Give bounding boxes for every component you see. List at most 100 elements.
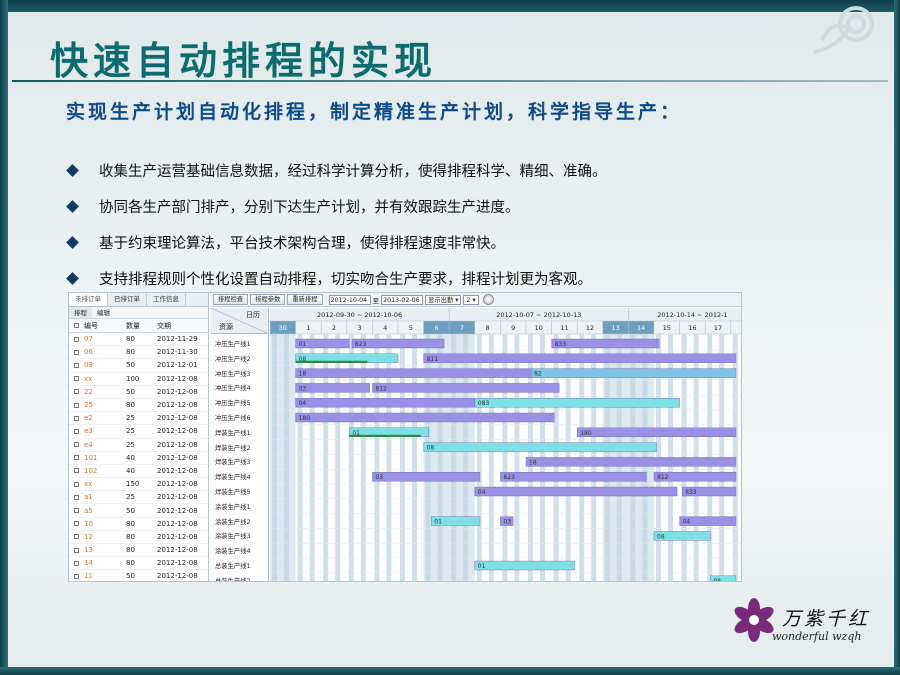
order-row[interactable]: xx 150 2012-12-08 <box>69 478 208 492</box>
task-bar[interactable] <box>295 368 532 378</box>
order-code: 22 <box>84 387 93 396</box>
row-checkbox[interactable] <box>74 428 79 434</box>
task-bar[interactable] <box>295 412 555 423</box>
bullet-text: 协同各生产部门排产，分别下达生产计划，并有效跟踪生产进度。 <box>99 199 520 216</box>
row-checkbox[interactable] <box>74 547 79 553</box>
order-row[interactable]: 25 80 2012-12-08 <box>69 399 208 413</box>
tab-work-info[interactable]: 工作信息 <box>147 293 186 306</box>
subtab-edit[interactable]: 编辑 <box>92 307 115 318</box>
task-bar[interactable] <box>530 368 737 378</box>
task-bar[interactable] <box>372 383 560 393</box>
refresh-button-icon[interactable] <box>482 294 494 305</box>
order-row[interactable]: xx 100 2012-12-08 <box>69 373 208 386</box>
day-label: 11 <box>560 324 568 332</box>
resource-label: 冲压生产线4 <box>215 385 251 393</box>
order-row[interactable]: a5 50 2012-12-08 <box>69 504 208 518</box>
task-bar[interactable] <box>474 486 678 497</box>
display-mode-select[interactable]: 显示出勤 ▾ <box>425 294 462 305</box>
reschedule-button[interactable]: 重新排程 <box>287 294 323 305</box>
order-row[interactable]: 12 80 2012-12-08 <box>69 531 208 544</box>
task-label: 833 <box>685 489 697 496</box>
schedule-params-button[interactable]: 排程参数 <box>250 294 286 305</box>
order-row[interactable]: 14 80 2012-12-08 <box>69 557 208 571</box>
schedule-check-button[interactable]: 排程检查 <box>213 294 249 305</box>
order-qty: 80 <box>126 559 135 568</box>
gantt-chart: 日历 资源 冲压生产线1 冲压生产线2 冲压生产线3 冲压生产线4 冲压生产线5 冲压生产… <box>211 308 741 581</box>
row-checkbox[interactable] <box>74 336 79 342</box>
row-checkbox[interactable] <box>74 389 79 395</box>
order-row[interactable]: 06 80 2012-11-30 <box>69 346 208 360</box>
order-row[interactable]: 102 40 2012-12-08 <box>69 465 208 479</box>
order-row[interactable]: e2 25 2012-12-08 <box>69 412 208 426</box>
order-row[interactable]: 11 50 2012-12-08 <box>69 570 208 581</box>
order-row[interactable]: 101 40 2012-12-08 <box>69 452 208 465</box>
bullet-item: 基于约束理论算法，平台技术架构合理，使得排程速度非常快。 <box>66 224 826 260</box>
order-code: 11 <box>84 572 93 581</box>
row-checkbox[interactable] <box>74 534 79 540</box>
row-checkbox[interactable] <box>74 560 79 566</box>
cloud-ornament-icon <box>813 6 874 54</box>
zoom-select[interactable]: 2 ▾ <box>463 294 479 305</box>
task-bar[interactable] <box>551 338 660 349</box>
tab-unscheduled[interactable]: 未排订单 <box>69 293 108 306</box>
row-checkbox[interactable] <box>74 362 79 368</box>
task-bar[interactable] <box>372 471 481 482</box>
select-all-checkbox[interactable] <box>74 323 79 328</box>
row-checkbox[interactable] <box>74 468 79 474</box>
task-bar[interactable] <box>423 353 737 363</box>
order-row[interactable]: 13 80 2012-12-08 <box>69 544 208 558</box>
order-row[interactable]: e4 25 2012-12-08 <box>69 439 208 452</box>
order-date: 2012-12-08 <box>157 532 198 541</box>
diamond-bullet-icon <box>66 199 79 213</box>
row-checkbox[interactable] <box>74 402 79 408</box>
order-row[interactable]: 09 50 2012-12-01 <box>69 359 208 373</box>
frame-right <box>894 0 900 675</box>
task-label: 083 <box>478 400 490 407</box>
order-date: 2012-12-08 <box>157 493 198 502</box>
task-bar[interactable] <box>577 427 737 438</box>
order-code: 07 <box>84 335 93 344</box>
row-checkbox[interactable] <box>74 455 79 461</box>
order-row[interactable]: 07 80 2012-11-29 <box>69 333 208 347</box>
order-qty: 80 <box>126 335 135 344</box>
tab-scheduled[interactable]: 已排订单 <box>108 293 147 306</box>
row-checkbox[interactable] <box>74 573 79 579</box>
column-header-qty[interactable]: 数量 <box>126 321 157 331</box>
order-date: 2012-12-08 <box>157 387 198 396</box>
resource-column: 日历 资源 冲压生产线1 冲压生产线2 冲压生产线3 冲压生产线4 冲压生产线5 冲压生产… <box>211 308 269 581</box>
row-checkbox[interactable] <box>74 442 79 448</box>
logo-latin: wonderful wzqh <box>772 630 862 643</box>
row-checkbox[interactable] <box>74 376 79 382</box>
row-checkbox[interactable] <box>74 415 79 421</box>
order-row[interactable]: e3 25 2012-12-08 <box>69 425 208 439</box>
task-bar[interactable] <box>295 383 371 393</box>
row-checkbox[interactable] <box>74 494 79 500</box>
task-bar[interactable] <box>474 560 575 571</box>
date-separator: 至 <box>372 296 380 305</box>
row-checkbox[interactable] <box>74 349 79 355</box>
date-from-input[interactable]: 2012-10-04 <box>328 294 371 305</box>
order-date: 2012-12-08 <box>157 466 198 475</box>
order-code: a1 <box>84 493 93 502</box>
task-bar[interactable] <box>525 457 737 467</box>
order-code: e2 <box>84 414 93 423</box>
row-checkbox[interactable] <box>74 508 79 514</box>
task-bar[interactable] <box>423 442 657 452</box>
date-to-input[interactable]: 2013-02-06 <box>381 294 424 305</box>
day-label: 6 <box>434 324 438 332</box>
order-row[interactable]: 10 80 2012-12-08 <box>69 518 208 531</box>
row-checkbox[interactable] <box>74 521 79 527</box>
task-bar[interactable] <box>295 397 475 408</box>
order-date: 2012-12-08 <box>157 559 198 568</box>
order-row[interactable]: a1 25 2012-12-08 <box>69 491 208 505</box>
task-label: 823 <box>355 341 367 348</box>
subtab-schedule[interactable]: 排程 <box>69 307 92 318</box>
resource-label: 总装生产线1 <box>215 563 251 570</box>
order-row[interactable]: 22 50 2012-12-08 <box>69 386 208 399</box>
column-header-date[interactable]: 交期 <box>157 321 207 331</box>
task-bar[interactable] <box>474 397 680 408</box>
task-label: 18 <box>529 459 537 466</box>
row-checkbox[interactable] <box>74 481 79 487</box>
task-bar[interactable] <box>500 471 647 482</box>
column-header-code[interactable]: 编号 <box>84 321 126 331</box>
